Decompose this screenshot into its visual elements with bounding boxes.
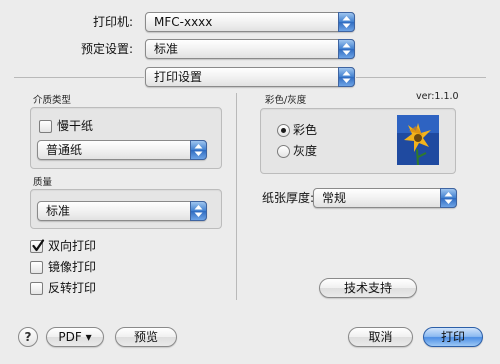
mirror-label: 镜像打印	[48, 260, 97, 274]
popup-arrows-icon	[190, 140, 207, 160]
presets-label: 预定设置:	[81, 42, 134, 56]
printer-label: 打印机:	[93, 15, 134, 29]
popup-arrows-icon	[338, 12, 355, 32]
media-type-title: 介质类型	[33, 95, 72, 106]
popup-arrows-icon	[338, 39, 355, 59]
slow-dry-checkbox[interactable]	[39, 120, 52, 133]
reverse-label: 反转打印	[48, 281, 97, 295]
color-radio[interactable]	[277, 124, 290, 137]
preview-button[interactable]: 预览	[115, 327, 177, 347]
thickness-label: 纸张厚度:	[262, 191, 315, 205]
color-radio-label: 彩色	[293, 123, 318, 137]
slow-dry-label: 慢干纸	[57, 119, 94, 133]
color-preview-image	[397, 115, 439, 166]
quality-value: 标准	[46, 204, 71, 218]
gray-radio[interactable]	[277, 145, 290, 158]
thickness-popup[interactable]: 常规	[313, 188, 457, 208]
panel-value: 打印设置	[154, 70, 203, 84]
technical-support-button[interactable]: 技术支持	[319, 278, 417, 298]
help-button[interactable]: ?	[18, 327, 38, 347]
bidirectional-label: 双向打印	[48, 239, 97, 253]
panel-divider-right	[356, 77, 486, 78]
popup-arrows-icon	[338, 67, 355, 87]
printer-popup[interactable]: MFC-xxxx	[145, 12, 355, 32]
mirror-checkbox[interactable]	[30, 261, 43, 274]
quality-title: 质量	[33, 177, 53, 188]
printer-value: MFC-xxxx	[154, 15, 213, 29]
bidirectional-checkbox[interactable]	[30, 239, 45, 253]
media-type-value: 普通纸	[46, 143, 83, 157]
popup-arrows-icon	[440, 188, 457, 208]
panel-popup[interactable]: 打印设置	[145, 67, 355, 87]
version-text: ver:1.1.0	[416, 91, 459, 102]
checkmark-icon	[32, 239, 45, 252]
cancel-button[interactable]: 取消	[348, 327, 413, 347]
column-divider	[236, 93, 237, 300]
gray-radio-label: 灰度	[293, 144, 318, 158]
print-button[interactable]: 打印	[423, 327, 483, 347]
presets-popup[interactable]: 标准	[145, 39, 355, 59]
media-type-popup[interactable]: 普通纸	[37, 140, 207, 160]
color-title: 彩色/灰度	[265, 95, 307, 106]
thickness-value: 常规	[322, 191, 347, 205]
reverse-checkbox[interactable]	[30, 282, 43, 295]
pdf-button[interactable]: PDF ▾	[46, 327, 104, 347]
panel-divider-left	[14, 77, 144, 78]
presets-value: 标准	[154, 42, 179, 56]
quality-popup[interactable]: 标准	[37, 201, 207, 221]
popup-arrows-icon	[190, 201, 207, 221]
